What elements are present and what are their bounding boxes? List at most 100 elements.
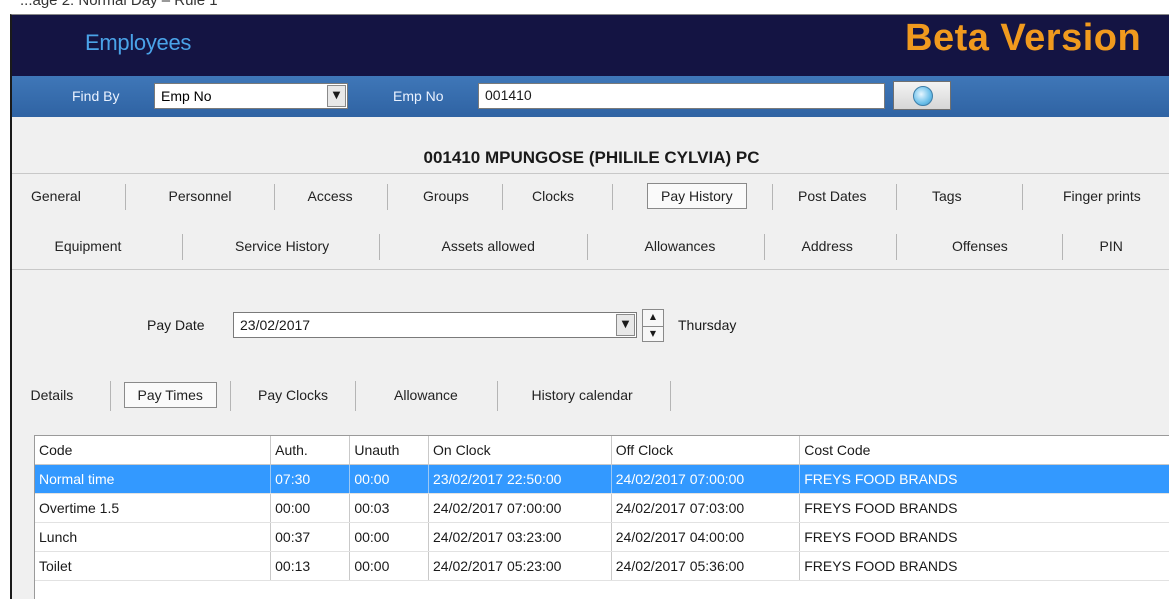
cell-off-clock: 24/02/2017 07:00:00 <box>611 464 801 494</box>
cell-on-clock: 24/02/2017 05:23:00 <box>428 551 612 581</box>
find-by-value: Emp No <box>161 88 212 104</box>
column-header-on-clock[interactable]: On Clock <box>428 436 612 465</box>
tab-separator <box>502 184 503 210</box>
tab-finger-prints[interactable]: Finger prints <box>1063 188 1141 204</box>
subtab-pay-times[interactable]: Pay Times <box>123 382 217 408</box>
cell-cost-code: FREYS FOOD BRANDS <box>799 551 1169 581</box>
cell-unauth: 00:00 <box>349 522 430 552</box>
tab-offenses[interactable]: Offenses <box>952 238 1008 254</box>
divider <box>12 269 1169 270</box>
subtab-history-calendar[interactable]: History calendar <box>532 387 633 403</box>
cell-unauth: 00:00 <box>349 551 430 581</box>
spin-up-icon[interactable]: ▲ <box>643 310 663 327</box>
tab-separator <box>387 184 388 210</box>
column-header-cost-code[interactable]: Cost Code <box>799 436 1169 465</box>
chevron-down-icon[interactable]: ▼ <box>616 314 635 336</box>
employee-title: 001410 MPUNGOSE (PHILILE CYLVIA) PC <box>423 148 760 167</box>
cell-code: Lunch <box>35 522 272 552</box>
app-header: Employees Beta Version <box>12 15 1169 76</box>
cell-unauth: 00:00 <box>349 464 430 494</box>
emp-no-input[interactable]: 001410 <box>478 83 885 109</box>
search-button[interactable] <box>893 81 951 110</box>
cell-auth: 00:37 <box>270 522 351 552</box>
emp-no-label: Emp No <box>393 88 444 104</box>
cell-off-clock: 24/02/2017 07:03:00 <box>611 493 801 523</box>
pay-date-dropdown[interactable]: 23/02/2017 ▼ <box>233 312 637 338</box>
cell-on-clock: 24/02/2017 03:23:00 <box>428 522 612 552</box>
tab-separator <box>230 381 231 411</box>
grid-header: Code Auth. Unauth On Clock Off Clock Cost Cod… <box>35 436 1169 465</box>
find-by-dropdown[interactable]: Emp No ▼ <box>154 83 348 109</box>
tab-separator <box>764 234 765 260</box>
cell-code: Normal time <box>35 464 272 494</box>
tab-separator <box>497 381 498 411</box>
tab-separator <box>1022 184 1023 210</box>
column-header-unauth[interactable]: Unauth <box>349 436 430 465</box>
tab-address[interactable]: Address <box>802 238 853 254</box>
tab-separator <box>110 381 111 411</box>
cell-auth: 00:13 <box>270 551 351 581</box>
tab-personnel[interactable]: Personnel <box>169 188 232 204</box>
spin-down-icon[interactable]: ▼ <box>643 327 663 343</box>
pay-date-value: 23/02/2017 <box>240 317 311 333</box>
column-header-auth[interactable]: Auth. <box>270 436 351 465</box>
pay-date-spinner[interactable]: ▲ ▼ <box>642 309 664 342</box>
find-bar: Find By Emp No ▼ Emp No 001410 <box>12 76 1169 117</box>
tab-assets-allowed[interactable]: Assets allowed <box>442 238 535 254</box>
tab-separator <box>355 381 356 411</box>
table-row[interactable]: Normal time 07:30 00:00 23/02/2017 22:50:00… <box>35 464 1169 494</box>
tab-pay-history[interactable]: Pay History <box>647 183 747 209</box>
beta-version-badge: Beta Version <box>905 17 1142 59</box>
cell-code: Overtime 1.5 <box>35 493 272 523</box>
subtab-details[interactable]: Details <box>31 387 74 403</box>
tab-access[interactable]: Access <box>308 188 353 204</box>
cell-cost-code: FREYS FOOD BRANDS <box>799 464 1169 494</box>
employees-window: Employees Beta Version Find By Emp No ▼ … <box>10 14 1169 599</box>
cell-auth: 00:00 <box>270 493 351 523</box>
tab-separator <box>612 184 613 210</box>
tab-allowances[interactable]: Allowances <box>645 238 716 254</box>
tab-service-history[interactable]: Service History <box>235 238 329 254</box>
tab-general[interactable]: General <box>31 188 81 204</box>
cell-unauth: 00:03 <box>349 493 430 523</box>
tab-separator <box>379 234 380 260</box>
table-row[interactable]: Overtime 1.5 00:00 00:03 24/02/2017 07:00:0… <box>35 493 1169 523</box>
chevron-down-icon[interactable]: ▼ <box>327 85 346 107</box>
page-caption: ...age 2: Normal Day – Rule 1 <box>20 0 218 9</box>
tab-pin[interactable]: PIN <box>1100 238 1123 254</box>
tab-separator <box>1062 234 1063 260</box>
window-title: Employees <box>85 30 192 55</box>
tab-equipment[interactable]: Equipment <box>55 238 122 254</box>
cell-off-clock: 24/02/2017 05:36:00 <box>611 551 801 581</box>
tab-post-dates[interactable]: Post Dates <box>798 188 866 204</box>
tab-tags[interactable]: Tags <box>932 188 962 204</box>
column-header-off-clock[interactable]: Off Clock <box>611 436 801 465</box>
cell-cost-code: FREYS FOOD BRANDS <box>799 493 1169 523</box>
cell-auth: 07:30 <box>270 464 351 494</box>
pay-date-label: Pay Date <box>147 317 205 333</box>
tab-clocks[interactable]: Clocks <box>532 188 574 204</box>
cell-off-clock: 24/02/2017 04:00:00 <box>611 522 801 552</box>
subtab-pay-clocks[interactable]: Pay Clocks <box>258 387 328 403</box>
tab-separator <box>670 381 671 411</box>
tab-separator <box>896 184 897 210</box>
cell-on-clock: 23/02/2017 22:50:00 <box>428 464 612 494</box>
subtab-allowance[interactable]: Allowance <box>394 387 458 403</box>
table-row[interactable]: Lunch 00:37 00:00 24/02/2017 03:23:00 24/02/… <box>35 522 1169 552</box>
cell-cost-code: FREYS FOOD BRANDS <box>799 522 1169 552</box>
table-row[interactable]: Toilet 00:13 00:00 24/02/2017 05:23:00 24/02… <box>35 551 1169 581</box>
divider <box>12 173 1169 174</box>
tab-separator <box>896 234 897 260</box>
cell-on-clock: 24/02/2017 07:00:00 <box>428 493 612 523</box>
tab-separator <box>274 184 275 210</box>
tab-separator <box>182 234 183 260</box>
tab-groups[interactable]: Groups <box>423 188 469 204</box>
pay-times-grid[interactable]: Code Auth. Unauth On Clock Off Clock Cost Cod… <box>34 435 1169 599</box>
pay-day-name: Thursday <box>678 317 737 333</box>
search-icon <box>913 86 933 106</box>
tab-separator <box>125 184 126 210</box>
column-header-code[interactable]: Code <box>35 436 272 465</box>
tab-separator <box>587 234 588 260</box>
find-by-label: Find By <box>72 88 120 104</box>
tab-separator <box>772 184 773 210</box>
